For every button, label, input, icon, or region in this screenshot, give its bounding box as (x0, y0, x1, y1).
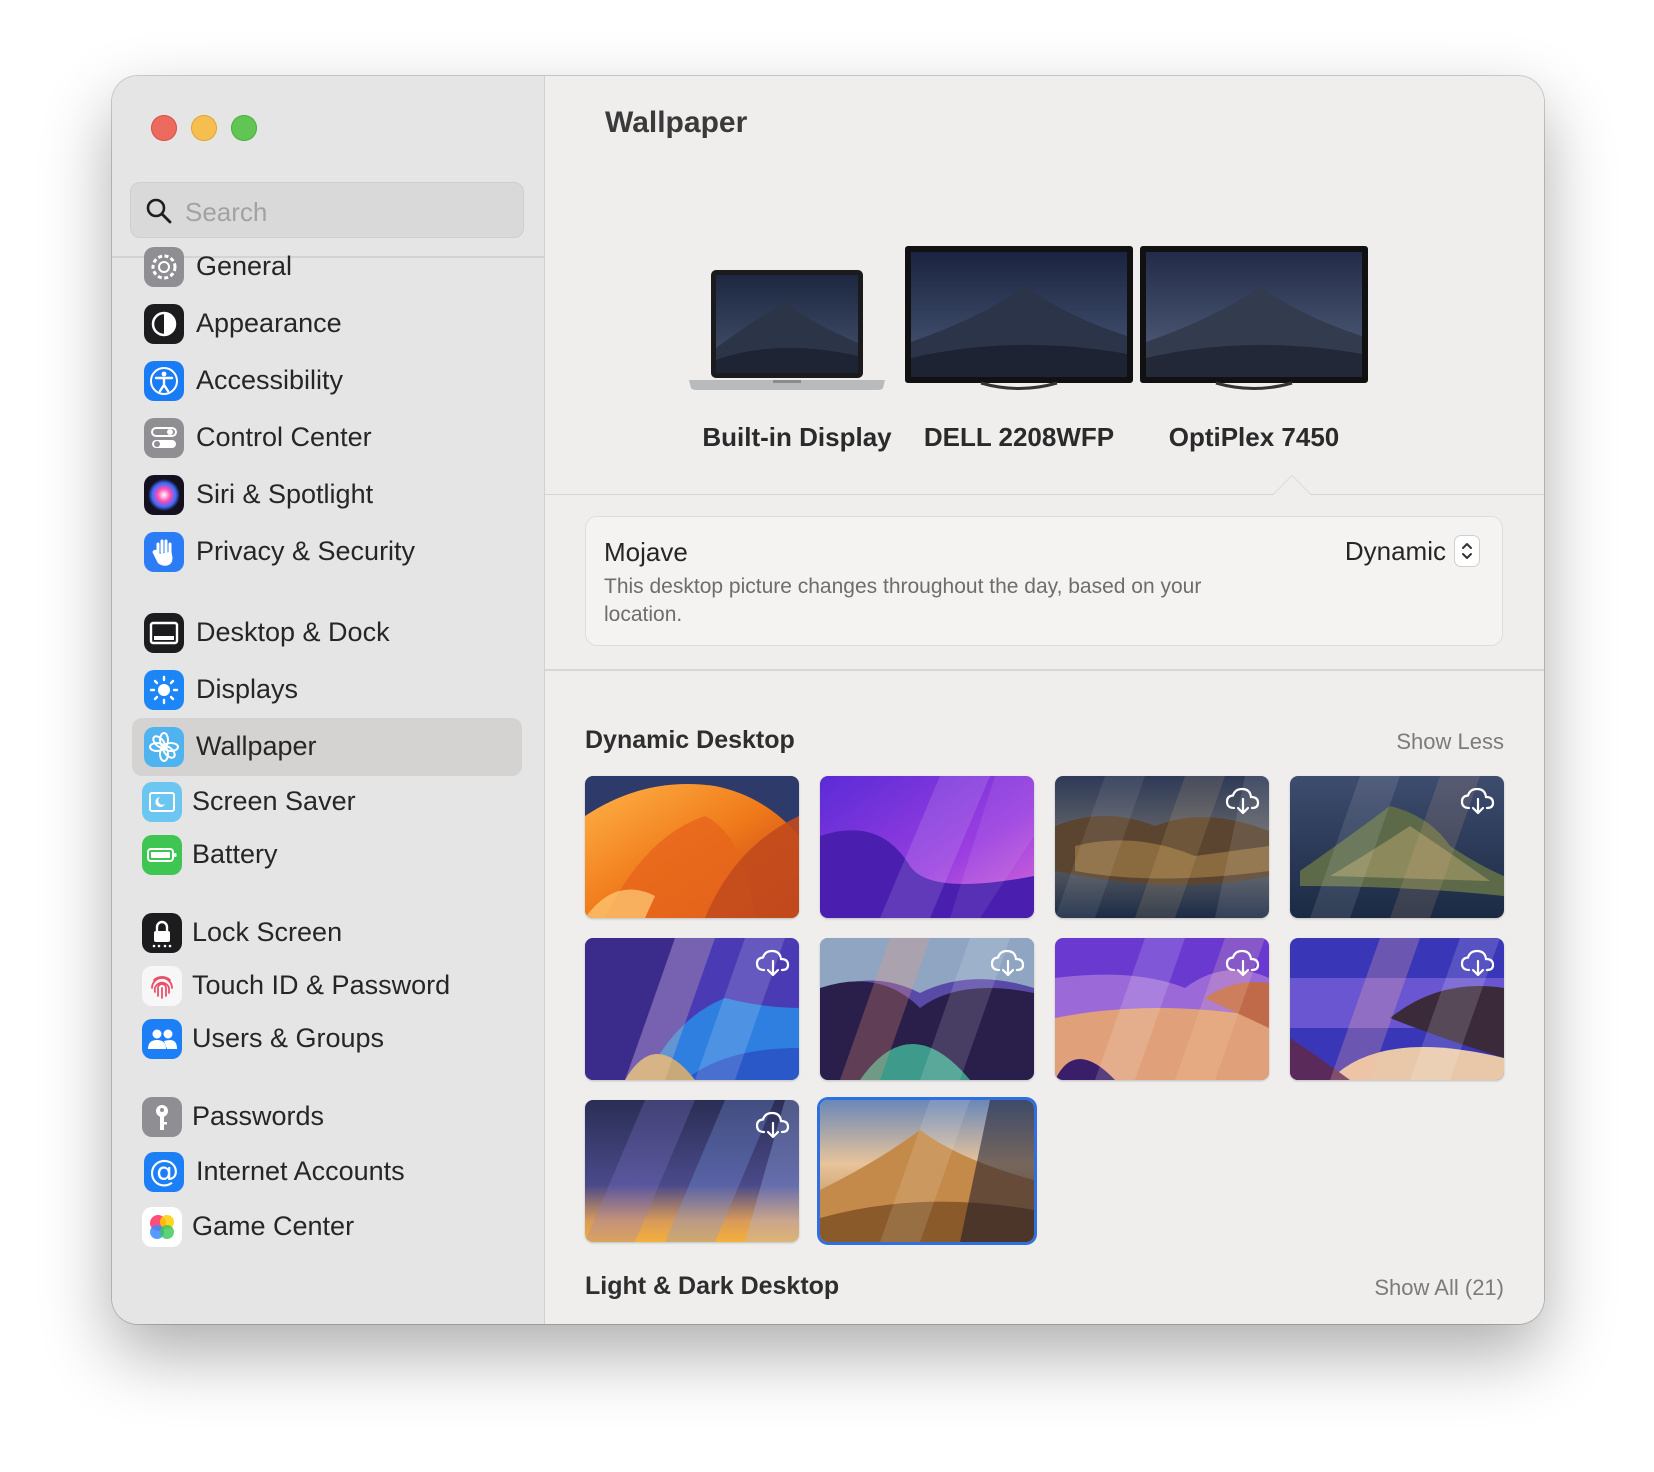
control-center-icon (144, 418, 184, 458)
wallpaper-name: Mojave (604, 537, 688, 567)
siri-icon (144, 475, 184, 515)
monitor-icon (905, 246, 1133, 390)
sun-icon (144, 670, 184, 710)
wallpaper-thumb-big-sur-valley[interactable] (1055, 938, 1269, 1080)
wallpaper-thumb-ventura[interactable] (585, 776, 799, 918)
mode-popup-button[interactable]: Dynamic (1345, 535, 1480, 567)
sidebar-item-label: Control Center (196, 422, 372, 452)
sidebar-item-siri-spotlight[interactable]: Siri & Spotlight (132, 466, 522, 524)
sidebar-item-label: Siri & Spotlight (196, 479, 374, 509)
sidebar-item-label: Accessibility (196, 365, 344, 395)
desktop-dock-icon (144, 613, 184, 653)
wallpaper-thumb-solar-gradients[interactable] (585, 1100, 799, 1242)
sidebar-item-label: Displays (196, 674, 299, 704)
system-settings-window: Search General Appearance Accessibility (112, 76, 1544, 1324)
sidebar-item-touch-id[interactable]: Touch ID & Password (132, 957, 522, 1015)
battery-icon (142, 835, 182, 875)
section-title-light-dark-desktop: Light & Dark Desktop (585, 1272, 840, 1300)
minimize-button[interactable] (191, 115, 217, 141)
mode-value: Dynamic (1344, 535, 1446, 566)
sidebar-item-label: Desktop & Dock (196, 617, 390, 647)
display-label: DELL 2208WFP (923, 422, 1115, 452)
wallpaper-thumb-catalina[interactable] (1290, 776, 1504, 918)
current-wallpaper-card: Mojave This desktop picture changes thro… (585, 516, 1503, 646)
zoom-button[interactable] (231, 115, 257, 141)
wallpaper-thumb-mojave[interactable] (820, 1100, 1034, 1242)
sidebar-item-control-center[interactable]: Control Center (132, 409, 522, 467)
wallpaper-description: This desktop picture changes throughout … (604, 575, 1202, 626)
fingerprint-icon (142, 966, 182, 1006)
sidebar-item-privacy-security[interactable]: Privacy & Security (132, 523, 522, 581)
up-down-chevron-icon (1454, 535, 1480, 567)
sidebar-item-appearance[interactable]: Appearance (132, 295, 522, 353)
sidebar-item-users-groups[interactable]: Users & Groups (132, 1010, 522, 1068)
sidebar-item-label: Privacy & Security (196, 536, 416, 566)
download-cloud-icon[interactable] (1225, 786, 1261, 816)
sidebar-item-general[interactable]: General (132, 238, 522, 296)
sidebar-item-label: Battery (192, 839, 278, 869)
sidebar-item-label: Users & Groups (192, 1023, 385, 1053)
sidebar-item-screen-saver[interactable]: Screen Saver (132, 773, 522, 831)
at-icon: @ (144, 1152, 184, 1192)
sidebar-item-displays[interactable]: Displays (132, 661, 522, 719)
sidebar-item-accessibility[interactable]: Accessibility (132, 352, 522, 410)
search-field[interactable]: Search (130, 182, 524, 238)
sidebar-item-label: General (196, 251, 293, 281)
wallpaper-thumb-big-sur[interactable] (1055, 776, 1269, 918)
sidebar-item-label: Wallpaper (196, 731, 317, 761)
download-cloud-icon[interactable] (755, 948, 791, 978)
show-less-button[interactable]: Show Less (1396, 729, 1504, 755)
download-cloud-icon[interactable] (990, 948, 1026, 978)
sidebar-item-label: Game Center (192, 1211, 355, 1241)
sidebar-item-internet-accounts[interactable]: @ Internet Accounts (132, 1143, 522, 1201)
wallpaper-thumb-monterey[interactable] (820, 776, 1034, 918)
hand-icon (144, 532, 184, 572)
sidebar-item-label: Lock Screen (192, 917, 343, 947)
sidebar-item-label: Appearance (196, 308, 342, 338)
display-label: OptiPlex 7450 (1168, 422, 1340, 452)
download-cloud-icon[interactable] (1225, 948, 1261, 978)
download-cloud-icon[interactable] (1460, 948, 1496, 978)
sidebar-item-lock-screen[interactable]: Lock Screen (132, 904, 522, 962)
wallpaper-flower-icon (144, 727, 184, 767)
search-icon (146, 198, 172, 224)
download-cloud-icon[interactable] (755, 1110, 791, 1140)
sidebar-item-game-center[interactable]: Game Center (132, 1198, 522, 1256)
wallpaper-thumb-big-sur-coast[interactable] (1290, 938, 1504, 1080)
laptop-icon (689, 270, 885, 390)
selection-pointer-fill (1273, 476, 1311, 495)
wallpaper-thumb-big-sur-coastline[interactable] (585, 938, 799, 1080)
sidebar: Search General Appearance Accessibility (112, 76, 545, 1324)
page-title: Wallpaper (605, 106, 748, 139)
wallpaper-thumb-big-sur-mountains[interactable] (820, 938, 1034, 1080)
sidebar-item-battery[interactable]: Battery (132, 826, 522, 884)
gear-icon (144, 247, 184, 287)
download-cloud-icon[interactable] (1460, 786, 1496, 816)
main-pane: Wallpaper Built-in Display DELL 2208WFP … (545, 76, 1544, 1324)
key-icon (142, 1097, 182, 1137)
sidebar-item-desktop-dock[interactable]: Desktop & Dock (132, 604, 522, 662)
sidebar-item-label: Passwords (192, 1101, 325, 1131)
lock-icon (142, 913, 182, 953)
game-center-icon (142, 1207, 182, 1247)
sidebar-item-passwords[interactable]: Passwords (132, 1088, 522, 1146)
sidebar-item-label: Touch ID & Password (192, 970, 451, 1000)
screen-saver-icon (142, 782, 182, 822)
sidebar-item-wallpaper[interactable]: Wallpaper (132, 718, 522, 776)
sidebar-item-label: Screen Saver (192, 786, 356, 816)
close-button[interactable] (151, 115, 177, 141)
section-title-dynamic-desktop: Dynamic Desktop (585, 726, 795, 754)
section-divider (545, 669, 1544, 671)
search-placeholder: Search (185, 197, 268, 227)
sidebar-item-label: Internet Accounts (196, 1156, 405, 1186)
show-all-button[interactable]: Show All (21) (1374, 1275, 1504, 1301)
monitor-icon (1140, 246, 1368, 390)
users-icon (142, 1019, 182, 1059)
appearance-icon (144, 304, 184, 344)
accessibility-icon (144, 361, 184, 401)
display-label: Built-in Display (702, 422, 892, 452)
